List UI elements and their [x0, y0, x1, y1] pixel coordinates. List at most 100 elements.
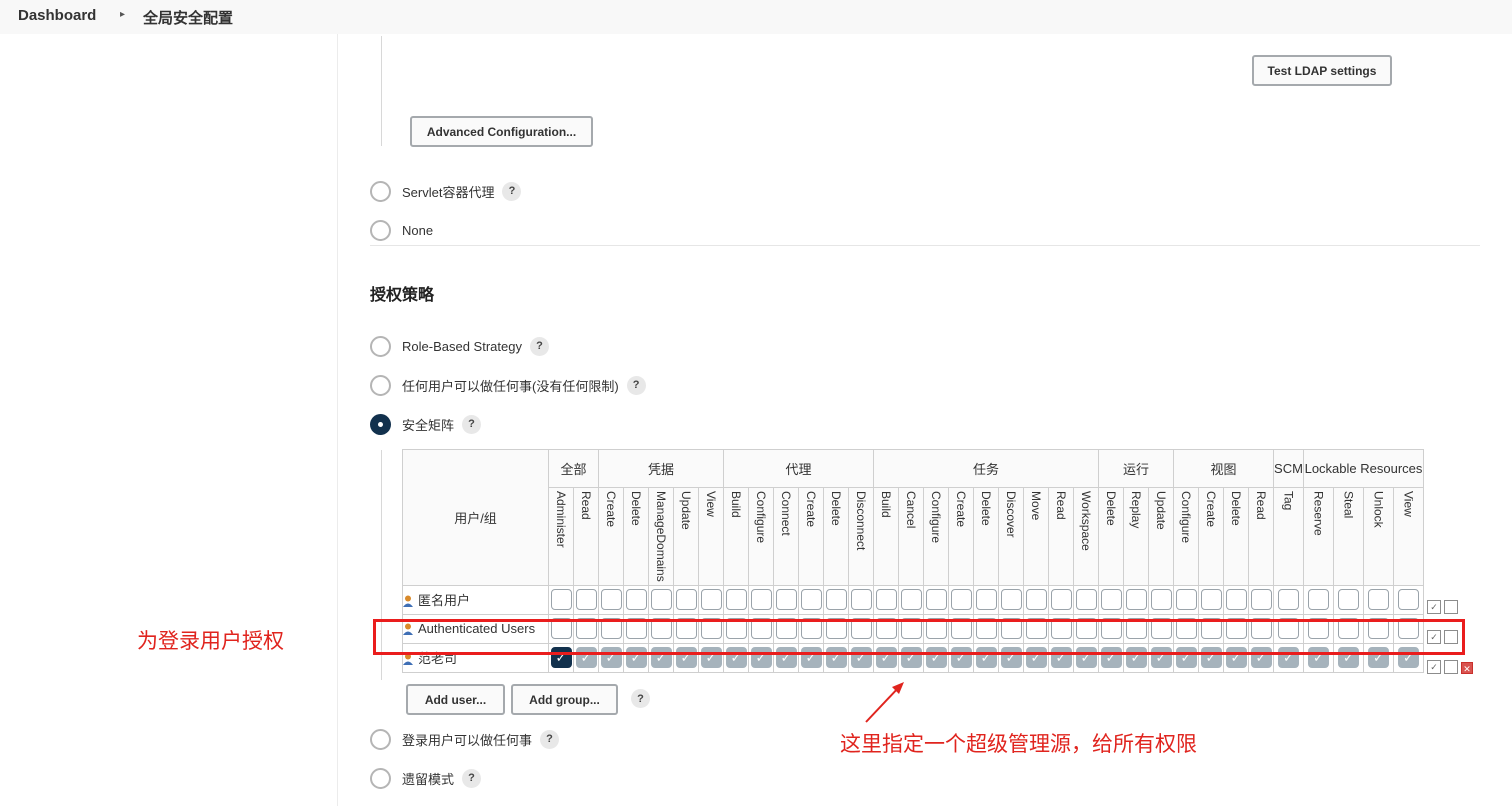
- permission-checkbox[interactable]: [600, 589, 622, 611]
- permission-checkbox[interactable]: [1338, 589, 1359, 611]
- permission-group-header: 视图: [1173, 449, 1274, 488]
- permission-checkbox[interactable]: [1125, 589, 1147, 611]
- row-actions: ✓: [1427, 600, 1458, 614]
- left-annotation: 为登录用户授权: [137, 629, 284, 653]
- realm-none-radio[interactable]: [370, 219, 391, 241]
- auth-matrix-security-option[interactable]: 安全矩阵?: [370, 413, 482, 435]
- breadcrumb-dashboard[interactable]: Dashboard: [18, 7, 96, 24]
- permission-header: Administer: [554, 491, 568, 548]
- row-actions: ✓ ✕: [1427, 660, 1473, 674]
- permission-checkbox[interactable]: [1025, 589, 1047, 611]
- permission-header: Disconnect: [854, 491, 868, 551]
- help-icon[interactable]: ?: [462, 768, 482, 788]
- permission-checkbox[interactable]: [725, 589, 747, 611]
- permission-checkbox[interactable]: [800, 589, 822, 611]
- auth-logged-in-can-do-anything-label: 登录用户可以做任何事: [402, 732, 533, 748]
- permission-header: Read: [579, 491, 593, 520]
- auth-role-based-strategy-radio[interactable]: [370, 335, 391, 357]
- auth-role-based-strategy-label: Role-Based Strategy: [402, 338, 522, 354]
- auth-legacy-mode-radio[interactable]: [370, 767, 391, 789]
- permission-header: Configure: [754, 491, 768, 544]
- permission-checkbox[interactable]: [550, 589, 572, 611]
- permission-header: View: [704, 491, 718, 517]
- permission-checkbox[interactable]: [1050, 589, 1072, 611]
- realm-none-option[interactable]: None: [370, 219, 433, 241]
- permission-checkbox[interactable]: [1100, 589, 1122, 611]
- auth-logged-in-can-do-anything-option[interactable]: 登录用户可以做任何事?: [370, 728, 560, 750]
- select-all-icon[interactable]: ✓: [1427, 600, 1441, 614]
- permission-checkbox[interactable]: [1200, 589, 1222, 611]
- auth-anyone-can-do-anything-label: 任何用户可以做任何事(没有任何限制): [402, 378, 619, 394]
- permission-checkbox[interactable]: [1398, 589, 1419, 611]
- auth-legacy-mode-label: 遗留模式: [402, 771, 455, 787]
- auth-matrix-security-label: 安全矩阵: [402, 417, 455, 433]
- permission-group-header: 凭据: [598, 449, 724, 488]
- permission-header: ManageDomains: [654, 491, 668, 582]
- permission-checkbox[interactable]: [1075, 589, 1097, 611]
- content-left-border: [337, 34, 338, 806]
- user-group-header: 用户/组: [402, 449, 549, 586]
- permission-checkbox[interactable]: [775, 589, 797, 611]
- permission-header: Create: [1204, 491, 1218, 528]
- permission-checkbox[interactable]: [1368, 589, 1389, 611]
- permission-checkbox[interactable]: [625, 589, 647, 611]
- matrix-help-icon[interactable]: ?: [631, 689, 650, 708]
- permission-checkbox[interactable]: [1278, 589, 1299, 611]
- permission-checkbox[interactable]: [575, 589, 597, 611]
- permission-checkbox[interactable]: [1150, 589, 1172, 611]
- realm-servlet-container-option[interactable]: Servlet容器代理?: [370, 180, 522, 202]
- permission-checkbox[interactable]: [700, 589, 722, 611]
- unselect-all-icon[interactable]: [1444, 600, 1458, 614]
- auth-legacy-mode-option[interactable]: 遗留模式?: [370, 767, 482, 789]
- permission-header: Read: [1054, 491, 1068, 520]
- permission-checkbox[interactable]: [1308, 589, 1329, 611]
- permission-header: Create: [804, 491, 818, 528]
- permission-header: Configure: [1179, 491, 1193, 544]
- permission-checkbox[interactable]: [675, 589, 697, 611]
- advanced-configuration-button[interactable]: Advanced Configuration...: [410, 116, 593, 147]
- help-icon[interactable]: ?: [502, 181, 522, 201]
- permission-checkbox[interactable]: [925, 589, 947, 611]
- realm-servlet-container-label: Servlet容器代理: [402, 184, 495, 200]
- permission-header: Build: [879, 491, 893, 518]
- permission-checkbox[interactable]: [750, 589, 772, 611]
- permission-checkbox[interactable]: [900, 589, 922, 611]
- auth-matrix-security-radio[interactable]: [370, 413, 391, 435]
- add-user-button[interactable]: Add user...: [406, 684, 505, 715]
- permission-header: Delete: [829, 491, 843, 526]
- permission-checkbox[interactable]: [825, 589, 847, 611]
- test-ldap-button[interactable]: Test LDAP settings: [1252, 55, 1392, 86]
- matrix-row: 匿名用户: [402, 584, 1424, 615]
- help-icon[interactable]: ?: [462, 414, 482, 434]
- help-icon[interactable]: ?: [626, 375, 646, 395]
- remove-row-icon[interactable]: ✕: [1461, 662, 1473, 674]
- realm-servlet-container-radio[interactable]: [370, 180, 391, 202]
- unselect-all-icon[interactable]: [1444, 660, 1458, 674]
- permission-checkbox[interactable]: [875, 589, 897, 611]
- add-group-button[interactable]: Add group...: [511, 684, 618, 715]
- bottom-annotation: 这里指定一个超级管理源，给所有权限: [840, 732, 1197, 756]
- permission-checkbox[interactable]: [1250, 589, 1272, 611]
- permission-checkbox[interactable]: [850, 589, 872, 611]
- permission-checkbox[interactable]: [650, 589, 672, 611]
- permission-group-header: 代理: [723, 449, 874, 488]
- help-icon[interactable]: ?: [540, 729, 560, 749]
- permission-checkbox[interactable]: [1175, 589, 1197, 611]
- permission-checkbox[interactable]: [1000, 589, 1022, 611]
- auth-role-based-strategy-option[interactable]: Role-Based Strategy?: [370, 335, 549, 357]
- permission-header: Workspace: [1079, 491, 1093, 551]
- realm-none-label: None: [402, 222, 434, 238]
- auth-anyone-can-do-anything-option[interactable]: 任何用户可以做任何事(没有任何限制)?: [370, 374, 646, 396]
- auth-anyone-can-do-anything-radio[interactable]: [370, 374, 391, 396]
- help-icon[interactable]: ?: [529, 336, 549, 356]
- permission-header: Reserve: [1311, 491, 1326, 536]
- select-all-icon[interactable]: ✓: [1427, 660, 1441, 674]
- permission-checkbox[interactable]: [950, 589, 972, 611]
- permission-checkbox[interactable]: [1225, 589, 1247, 611]
- auth-logged-in-can-do-anything-radio[interactable]: [370, 728, 391, 750]
- matrix-row-name: 匿名用户: [418, 593, 471, 609]
- permission-group-header: 全部: [548, 449, 599, 488]
- permission-header: Create: [604, 491, 618, 528]
- permission-checkbox[interactable]: [975, 589, 997, 611]
- permission-header: Read: [1254, 491, 1268, 520]
